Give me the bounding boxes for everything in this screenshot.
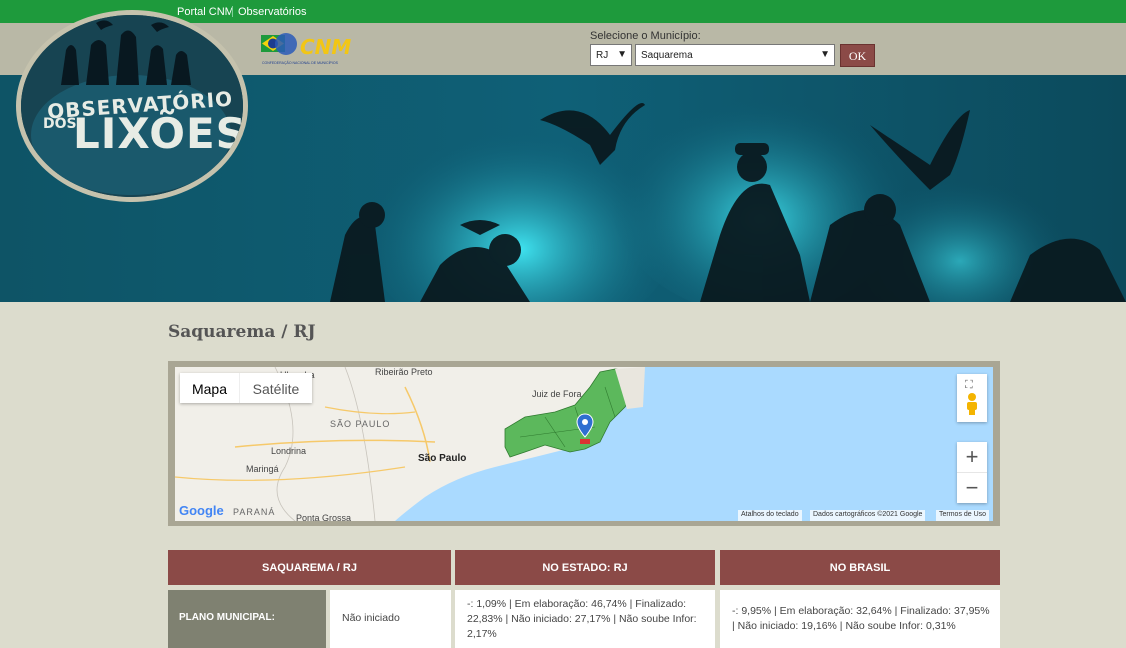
zoom-controls: + − — [957, 442, 987, 503]
map-data-attribution: Dados cartográficos ©2021 Google — [810, 510, 926, 521]
municipality-select[interactable]: Saquarema ▼ — [635, 44, 835, 66]
cell-brasil-value: -: 9,95% | Em elaboração: 32,64% | Final… — [720, 590, 1000, 648]
map-side-controls: ⛶ — [957, 374, 987, 422]
tab-satelite[interactable]: Satélite — [240, 373, 312, 403]
municipality-select-value: Saquarema — [641, 50, 693, 61]
keyboard-shortcuts-link[interactable]: Atalhos do teclado — [738, 510, 802, 521]
municipality-selector-label: Selecione o Município: — [590, 30, 701, 42]
map-label-sao-paulo-city: São Paulo — [418, 453, 467, 464]
cnm-logo-subtitle: CONFEDERAÇÃO NACIONAL DE MUNICÍPIOS — [262, 61, 338, 65]
map-label-maringa: Maringá — [246, 464, 279, 474]
zoom-in-button[interactable]: + — [957, 442, 987, 473]
map-label-juiz-de-fora: Juiz de Fora — [532, 389, 582, 399]
page-title: Saquarema / RJ — [168, 322, 316, 342]
map-type-tabs: Mapa Satélite — [180, 373, 312, 403]
map-label-sao-paulo-state: SÃO PAULO — [330, 419, 391, 429]
state-select-value: RJ — [596, 50, 609, 61]
map-label-ribeirao-preto: Ribeirão Preto — [375, 367, 433, 377]
header-local: SAQUAREMA / RJ — [168, 550, 451, 585]
cell-state-value: -: 1,09% | Em elaboração: 46,74% | Final… — [455, 590, 715, 648]
pegman-icon[interactable] — [964, 392, 980, 421]
fullscreen-icon[interactable]: ⛶ — [965, 379, 973, 392]
chevron-down-icon: ▼ — [820, 49, 830, 60]
google-logo[interactable]: Google — [179, 503, 224, 518]
cell-local-value: Não iniciado — [330, 590, 451, 648]
cnm-logo-text: CNM — [300, 35, 352, 59]
chevron-down-icon: ▼ — [617, 49, 627, 60]
logo-text-lixoes: LIXÕES — [73, 109, 247, 158]
map-marker-icon[interactable] — [576, 413, 594, 450]
map-label-londrina: Londrina — [271, 446, 307, 456]
logo-text-dos: DOS — [43, 116, 77, 132]
row-label-plano-municipal: PLANO MUNICIPAL: — [168, 590, 326, 648]
cnm-logo[interactable]: CNM CONFEDERAÇÃO NACIONAL DE MUNICÍPIOS — [260, 27, 360, 69]
ok-button[interactable]: OK — [840, 44, 875, 67]
header-brasil: NO BRASIL — [720, 550, 1000, 585]
state-select[interactable]: RJ ▼ — [590, 44, 632, 66]
map-label-parana: PARANÁ — [233, 507, 276, 517]
tab-mapa[interactable]: Mapa — [180, 373, 240, 403]
map-label-ponta-grossa: Ponta Grossa — [296, 513, 352, 521]
terms-of-use-link[interactable]: Termos de Uso — [936, 510, 990, 521]
header-state: NO ESTADO: RJ — [455, 550, 715, 585]
zoom-out-button[interactable]: − — [957, 473, 987, 503]
observatorios-link[interactable]: Observatórios — [238, 6, 306, 18]
observatorio-logo[interactable]: OBSERVATÓRIO DOS LIXÕES — [16, 10, 248, 202]
